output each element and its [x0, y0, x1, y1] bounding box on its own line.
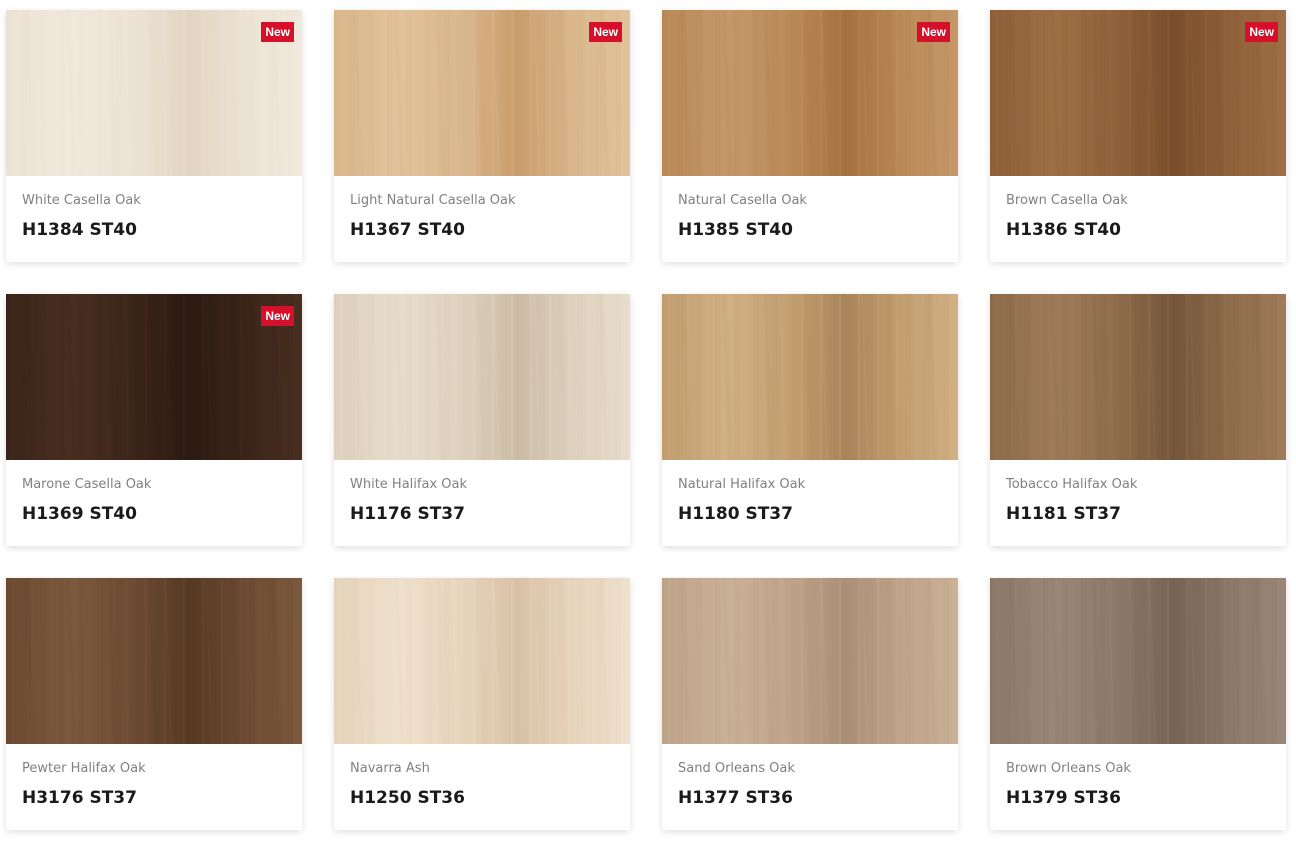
decor-name: White Casella Oak: [22, 193, 141, 208]
decor-info: Natural Halifax Oak H1180 ST37: [662, 460, 958, 524]
decor-name: Navarra Ash: [350, 761, 430, 776]
wood-grain-texture: [662, 294, 958, 460]
decor-card[interactable]: Tobacco Halifax Oak H1181 ST37: [990, 294, 1286, 546]
decor-info: White Casella Oak H1384 ST40: [6, 176, 302, 240]
decor-swatch-image[interactable]: [662, 294, 958, 460]
decor-info: White Halifax Oak H1176 ST37: [334, 460, 630, 524]
decor-swatch-image[interactable]: [6, 578, 302, 744]
wood-grain-texture: [334, 10, 630, 176]
decor-swatch-image[interactable]: [334, 294, 630, 460]
decor-info: Tobacco Halifax Oak H1181 ST37: [990, 460, 1286, 524]
decor-card[interactable]: New Marone Casella Oak H1369 ST40: [6, 294, 302, 546]
decor-card[interactable]: Natural Halifax Oak H1180 ST37: [662, 294, 958, 546]
decor-card[interactable]: New Natural Casella Oak H1385 ST40: [662, 10, 958, 262]
wood-grain-texture: [990, 578, 1286, 744]
decor-swatch-image[interactable]: [990, 294, 1286, 460]
decor-name: Brown Casella Oak: [1006, 193, 1128, 208]
new-badge: New: [261, 306, 294, 326]
wood-grain-texture: [990, 294, 1286, 460]
decor-info: Navarra Ash H1250 ST36: [334, 744, 630, 808]
decor-swatch-image[interactable]: [990, 578, 1286, 744]
decor-card[interactable]: White Halifax Oak H1176 ST37: [334, 294, 630, 546]
decor-name: Light Natural Casella Oak: [350, 193, 516, 208]
decor-swatch-image[interactable]: New: [6, 294, 302, 460]
decor-card[interactable]: Brown Orleans Oak H1379 ST36: [990, 578, 1286, 830]
wood-grain-texture: [662, 578, 958, 744]
decor-swatch-image[interactable]: New: [662, 10, 958, 176]
wood-grain-texture: [662, 10, 958, 176]
wood-grain-texture: [6, 10, 302, 176]
decor-grid: New White Casella Oak H1384 ST40 New Lig…: [6, 10, 1286, 830]
decor-card[interactable]: New Light Natural Casella Oak H1367 ST40: [334, 10, 630, 262]
decor-info: Brown Casella Oak H1386 ST40: [990, 176, 1286, 240]
decor-swatch-image[interactable]: New: [334, 10, 630, 176]
decor-info: Pewter Halifax Oak H3176 ST37: [6, 744, 302, 808]
decor-info: Natural Casella Oak H1385 ST40: [662, 176, 958, 240]
decor-name: Pewter Halifax Oak: [22, 761, 146, 776]
decor-name: White Halifax Oak: [350, 477, 467, 492]
decor-code[interactable]: H1379 ST36: [1006, 788, 1270, 808]
wood-grain-texture: [6, 294, 302, 460]
decor-name: Natural Halifax Oak: [678, 477, 806, 492]
decor-swatch-image[interactable]: New: [990, 10, 1286, 176]
decor-code[interactable]: H1176 ST37: [350, 504, 614, 524]
decor-card[interactable]: Pewter Halifax Oak H3176 ST37: [6, 578, 302, 830]
decor-name: Brown Orleans Oak: [1006, 761, 1131, 776]
new-badge: New: [261, 22, 294, 42]
decor-code[interactable]: H3176 ST37: [22, 788, 286, 808]
decor-code[interactable]: H1377 ST36: [678, 788, 942, 808]
decor-code[interactable]: H1250 ST36: [350, 788, 614, 808]
decor-code[interactable]: H1385 ST40: [678, 220, 942, 240]
decor-swatch-image[interactable]: [334, 578, 630, 744]
wood-grain-texture: [6, 578, 302, 744]
decor-name: Tobacco Halifax Oak: [1006, 477, 1138, 492]
decor-info: Marone Casella Oak H1369 ST40: [6, 460, 302, 524]
wood-grain-texture: [334, 578, 630, 744]
wood-grain-texture: [334, 294, 630, 460]
new-badge: New: [1245, 22, 1278, 42]
decor-code[interactable]: H1367 ST40: [350, 220, 614, 240]
decor-name: Sand Orleans Oak: [678, 761, 795, 776]
decor-code[interactable]: H1369 ST40: [22, 504, 286, 524]
decor-code[interactable]: H1180 ST37: [678, 504, 942, 524]
decor-code[interactable]: H1181 ST37: [1006, 504, 1270, 524]
decor-name: Marone Casella Oak: [22, 477, 152, 492]
decor-code[interactable]: H1384 ST40: [22, 220, 286, 240]
wood-grain-texture: [990, 10, 1286, 176]
decor-card[interactable]: Navarra Ash H1250 ST36: [334, 578, 630, 830]
decor-info: Brown Orleans Oak H1379 ST36: [990, 744, 1286, 808]
decor-card[interactable]: New Brown Casella Oak H1386 ST40: [990, 10, 1286, 262]
new-badge: New: [589, 22, 622, 42]
decor-swatch-image[interactable]: [662, 578, 958, 744]
decor-info: Sand Orleans Oak H1377 ST36: [662, 744, 958, 808]
decor-swatch-image[interactable]: New: [6, 10, 302, 176]
decor-card[interactable]: Sand Orleans Oak H1377 ST36: [662, 578, 958, 830]
new-badge: New: [917, 22, 950, 42]
decor-info: Light Natural Casella Oak H1367 ST40: [334, 176, 630, 240]
decor-card[interactable]: New White Casella Oak H1384 ST40: [6, 10, 302, 262]
decor-name: Natural Casella Oak: [678, 193, 807, 208]
decor-code[interactable]: H1386 ST40: [1006, 220, 1270, 240]
